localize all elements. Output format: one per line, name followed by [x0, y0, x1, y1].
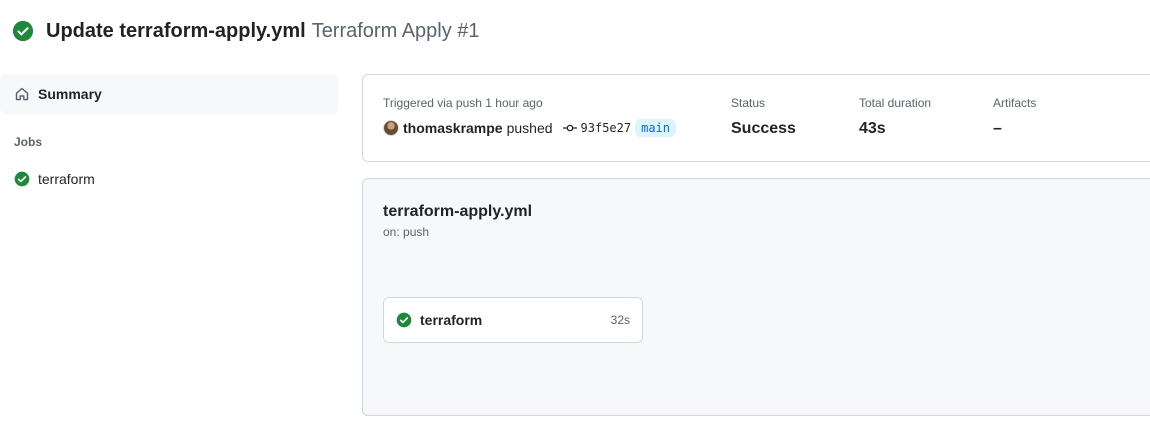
artifacts-info: Artifacts –: [993, 96, 1036, 138]
pushed-text: pushed: [506, 120, 553, 136]
artifacts-label: Artifacts: [993, 96, 1037, 110]
jobs-heading: Jobs: [14, 135, 43, 149]
sidebar-item-job-terraform[interactable]: terraform: [0, 167, 338, 191]
workflow-file-link[interactable]: terraform-apply.yml: [383, 203, 532, 221]
run-summary-card: Triggered via push 1 hour ago thomaskram…: [362, 74, 1150, 162]
author-link[interactable]: thomaskrampe: [403, 120, 503, 136]
job-node-terraform[interactable]: terraform 32s: [383, 297, 643, 343]
status-label: Status: [731, 96, 766, 110]
sidebar-item-summary[interactable]: Summary: [0, 74, 338, 114]
run-subtitle: Terraform Apply #1: [311, 19, 480, 42]
run-title: Update terraform-apply.yml: [46, 19, 306, 42]
run-sidebar: Summary Jobs terraform: [0, 74, 338, 191]
check-circle-fill-icon: [396, 312, 412, 328]
trigger-details: thomaskrampe pushed 93f5e27 main: [383, 119, 677, 137]
status-info: Status Success: [731, 96, 796, 138]
status-value: Success: [731, 120, 796, 137]
home-icon: [14, 86, 30, 102]
trigger-label: Triggered via push 1 hour ago: [383, 96, 543, 110]
duration-value: 43s: [859, 120, 886, 137]
duration-info: Total duration 43s: [859, 96, 931, 138]
branch-badge[interactable]: main: [635, 119, 677, 137]
avatar[interactable]: [383, 120, 399, 136]
artifacts-value: –: [993, 120, 1002, 137]
workflow-run-page: Update terraform-apply.yml Terraform App…: [0, 0, 1150, 425]
check-circle-fill-icon: [14, 171, 30, 187]
job-name: terraform: [420, 312, 483, 328]
workflow-graph: terraform-apply.yml on: push terraform 3…: [362, 178, 1150, 416]
duration-label: Total duration: [859, 96, 932, 110]
run-header: Update terraform-apply.yml Terraform App…: [12, 16, 480, 46]
job-duration: 32s: [610, 313, 630, 327]
workflow-trigger: on: push: [383, 225, 430, 239]
sidebar-item-label: Summary: [38, 86, 102, 102]
commit-sha-link[interactable]: 93f5e27: [581, 121, 632, 135]
git-commit-icon: [562, 121, 577, 135]
trigger-info: Triggered via push 1 hour ago thomaskram…: [383, 96, 677, 137]
check-circle-fill-icon: [12, 20, 34, 42]
sidebar-item-label: terraform: [38, 171, 95, 187]
